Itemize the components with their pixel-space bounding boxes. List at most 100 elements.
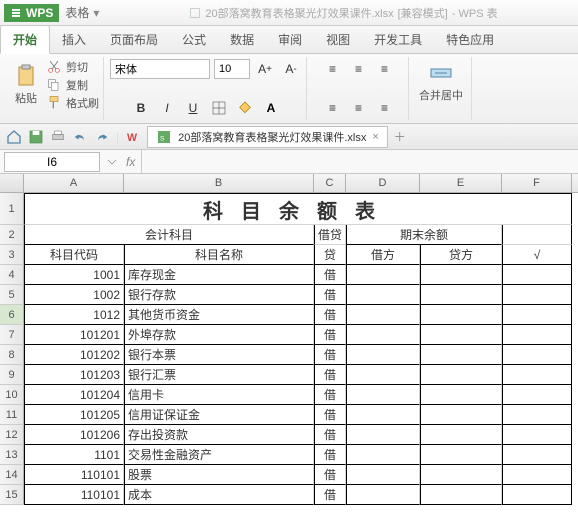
hdr-chk[interactable] [502, 225, 572, 245]
col-C[interactable]: C [314, 174, 346, 192]
title-cell[interactable]: 科目余额表 [24, 193, 572, 225]
hdr-acct[interactable]: 会计科目 [24, 225, 314, 245]
cell-name[interactable]: 其他货币资金 [124, 305, 314, 325]
cell-cr[interactable] [420, 285, 502, 305]
tab-formulas[interactable]: 公式 [170, 26, 218, 53]
hdr-dr[interactable]: 借方 [346, 245, 420, 265]
cell-dr[interactable] [346, 485, 420, 505]
cell-name[interactable]: 信用卡 [124, 385, 314, 405]
col-E[interactable]: E [420, 174, 502, 192]
cell-dr[interactable] [346, 405, 420, 425]
col-F[interactable]: F [502, 174, 572, 192]
save-icon[interactable] [28, 129, 44, 145]
tab-review[interactable]: 审阅 [266, 26, 314, 53]
cell-dr[interactable] [346, 365, 420, 385]
cell-dc[interactable]: 借 [314, 425, 346, 445]
cell-chk[interactable] [502, 365, 572, 385]
add-tab-icon[interactable]: ＋ [394, 128, 406, 145]
cell-code[interactable]: 101205 [24, 405, 124, 425]
cell-code[interactable]: 1101 [24, 445, 124, 465]
format-painter-button[interactable]: 格式刷 [46, 95, 99, 111]
col-D[interactable]: D [346, 174, 420, 192]
cell-dc[interactable]: 借 [314, 405, 346, 425]
cell-chk[interactable] [502, 285, 572, 305]
cell-dr[interactable] [346, 325, 420, 345]
cell-name[interactable]: 银行本票 [124, 345, 314, 365]
cell-name[interactable]: 信用证保证金 [124, 405, 314, 425]
cell-name[interactable]: 银行汇票 [124, 365, 314, 385]
cell-chk[interactable] [502, 385, 572, 405]
cell-dc[interactable]: 借 [314, 465, 346, 485]
print-icon[interactable] [50, 129, 66, 145]
row-header[interactable]: 13 [0, 445, 24, 465]
cell-dc[interactable]: 借 [314, 325, 346, 345]
cell-cr[interactable] [420, 485, 502, 505]
hdr-dc[interactable]: 借贷 [314, 225, 346, 245]
cell-code[interactable]: 101203 [24, 365, 124, 385]
row-header[interactable]: 2 [0, 225, 24, 245]
cell-name[interactable]: 库存现金 [124, 265, 314, 285]
font-size-select[interactable] [214, 59, 250, 79]
cell-code[interactable]: 1012 [24, 305, 124, 325]
hdr-cr[interactable]: 贷方 [420, 245, 502, 265]
cell-dr[interactable] [346, 385, 420, 405]
document-tab[interactable]: S 20部落窝教育表格聚光灯效果课件.xlsx × [147, 126, 388, 148]
font-name-select[interactable] [110, 59, 210, 79]
row-header[interactable]: 4 [0, 265, 24, 285]
select-all-corner[interactable] [0, 174, 24, 192]
row-header[interactable]: 15 [0, 485, 24, 505]
cell-chk[interactable] [502, 405, 572, 425]
row-header[interactable]: 1 [0, 193, 24, 225]
cell-code[interactable]: 1001 [24, 265, 124, 285]
fx-icon[interactable]: fx [120, 155, 141, 169]
cell-chk[interactable] [502, 265, 572, 285]
align-left-icon[interactable]: ≡ [322, 98, 344, 118]
formula-input[interactable] [141, 150, 578, 173]
tab-home[interactable]: 开始 [0, 25, 50, 54]
align-bot-icon[interactable]: ≡ [374, 59, 396, 79]
cell-code[interactable]: 101201 [24, 325, 124, 345]
cell-cr[interactable] [420, 425, 502, 445]
row-header[interactable]: 9 [0, 365, 24, 385]
cell-name[interactable]: 股票 [124, 465, 314, 485]
cell-cr[interactable] [420, 405, 502, 425]
cell-code[interactable]: 101202 [24, 345, 124, 365]
cell-dc[interactable]: 借 [314, 445, 346, 465]
col-A[interactable]: A [24, 174, 124, 192]
hdr-dc2[interactable]: 贷 [314, 245, 346, 265]
border-button[interactable] [208, 98, 230, 118]
cell-name[interactable]: 成本 [124, 485, 314, 505]
cell-dr[interactable] [346, 465, 420, 485]
row-header[interactable]: 11 [0, 405, 24, 425]
name-box[interactable] [4, 152, 100, 172]
cell-dc[interactable]: 借 [314, 305, 346, 325]
cell-dc[interactable]: 借 [314, 365, 346, 385]
cell-code[interactable]: 110101 [24, 485, 124, 505]
row-header[interactable]: 8 [0, 345, 24, 365]
tab-developer[interactable]: 开发工具 [362, 26, 434, 53]
hdr-code[interactable]: 科目代码 [24, 245, 124, 265]
row-header[interactable]: 10 [0, 385, 24, 405]
row-header[interactable]: 12 [0, 425, 24, 445]
underline-button[interactable]: U [182, 98, 204, 118]
cell-cr[interactable] [420, 345, 502, 365]
col-B[interactable]: B [124, 174, 314, 192]
cell-name[interactable]: 外埠存款 [124, 325, 314, 345]
decrease-font-icon[interactable]: A- [280, 59, 302, 79]
increase-font-icon[interactable]: A+ [254, 59, 276, 79]
tab-view[interactable]: 视图 [314, 26, 362, 53]
app-menu-dropdown-icon[interactable]: ▾ [93, 6, 99, 20]
hdr-end[interactable]: 期末余额 [346, 225, 502, 245]
hdr-name[interactable]: 科目名称 [124, 245, 314, 265]
undo-icon[interactable] [72, 129, 88, 145]
cell-chk[interactable] [502, 345, 572, 365]
tab-special[interactable]: 特色应用 [434, 26, 506, 53]
cell-name[interactable]: 交易性金融资产 [124, 445, 314, 465]
cell-dc[interactable]: 借 [314, 285, 346, 305]
cell-code[interactable]: 110101 [24, 465, 124, 485]
tab-data[interactable]: 数据 [218, 26, 266, 53]
cell-chk[interactable] [502, 485, 572, 505]
row-header[interactable]: 7 [0, 325, 24, 345]
redo-icon[interactable] [94, 129, 110, 145]
font-color-button[interactable]: A [260, 98, 282, 118]
